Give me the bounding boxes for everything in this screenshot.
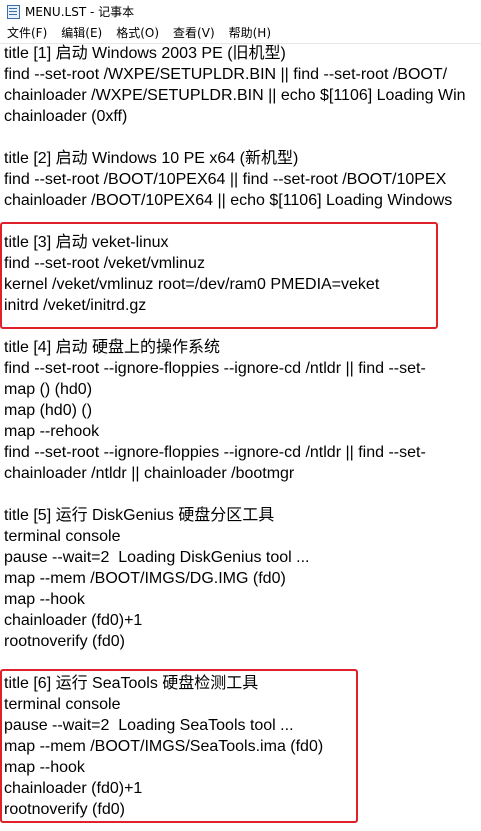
text-line: pause --wait=2 Loading DiskGenius tool .… [4,549,310,566]
text-line: map --mem /BOOT/IMGS/SeaTools.ima (fd0) [4,738,324,755]
text-line: find --set-root /veket/vmlinuz [4,255,205,272]
text-line: chainloader /ntldr || chainloader /bootm… [4,465,295,482]
text-line: chainloader (fd0)+1 [4,612,143,629]
text-line: chainloader /BOOT/10PEX64 || echo $[1106… [4,192,453,209]
text-line: map --hook [4,759,85,776]
text-editor-area[interactable]: title [1] 启动 Windows 2003 PE (旧机型) find -… [0,43,481,831]
text-line: title [2] 启动 Windows 10 PE x64 (新机型) [4,150,299,167]
text-line: map (hd0) () [4,402,93,419]
menu-view[interactable]: 查看(V) [166,23,222,43]
text-line: chainloader (0xff) [4,108,128,125]
text-line: kernel /veket/vmlinuz root=/dev/ram0 PME… [4,276,380,293]
text-line: title [3] 启动 veket-linux [4,234,169,251]
text-line: map --hook [4,591,85,608]
menu-file[interactable]: 文件(F) [0,23,54,43]
title-bar: MENU.LST - 记事本 [0,0,481,22]
text-line: map --rehook [4,423,100,440]
menu-format[interactable]: 格式(O) [109,23,166,43]
menu-help[interactable]: 帮助(H) [222,23,278,43]
notepad-icon [6,4,20,19]
text-line: map () (hd0) [4,381,93,398]
text-line: find --set-root --ignore-floppies --igno… [4,444,426,461]
window-title: MENU.LST - 记事本 [25,4,135,19]
text-line: find --set-root --ignore-floppies --igno… [4,360,426,377]
text-line: initrd /veket/initrd.gz [4,297,147,314]
text-line: title [6] 运行 SeaTools 硬盘检测工具 [4,675,259,692]
text-line: rootnoverify (fd0) [4,801,125,818]
text-line: find --set-root /WXPE/SETUPLDR.BIN || fi… [4,66,448,83]
text-line: chainloader (fd0)+1 [4,780,143,797]
text-line: title [5] 运行 DiskGenius 硬盘分区工具 [4,507,275,524]
text-line: map --mem /BOOT/IMGS/DG.IMG (fd0) [4,570,286,587]
text-line: pause --wait=2 Loading SeaTools tool ... [4,717,294,734]
menu-edit[interactable]: 编辑(E) [54,23,109,43]
text-line: chainloader /WXPE/SETUPLDR.BIN || echo $… [4,87,466,104]
text-line: rootnoverify (fd0) [4,633,125,650]
text-line: terminal console [4,528,121,545]
text-line: title [1] 启动 Windows 2003 PE (旧机型) [4,45,286,62]
menu-bar: 文件(F) 编辑(E) 格式(O) 查看(V) 帮助(H) [0,22,481,44]
text-line: terminal console [4,696,121,713]
text-line: find --set-root /BOOT/10PEX64 || find --… [4,171,447,188]
text-line: title [4] 启动 硬盘上的操作系统 [4,339,221,356]
